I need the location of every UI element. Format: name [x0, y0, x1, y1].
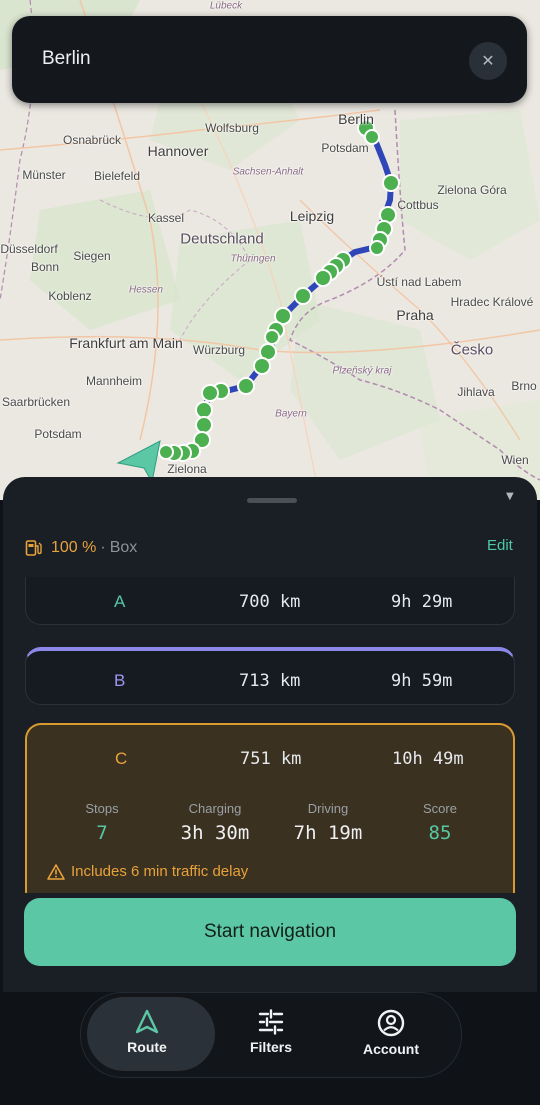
start-navigation-button[interactable]: Start navigation: [24, 898, 516, 966]
nav-label: Route: [127, 1039, 167, 1055]
close-icon[interactable]: ✕: [469, 42, 507, 80]
nav-label: Account: [363, 1041, 419, 1057]
map-label: Wolfsburg: [205, 121, 259, 135]
account-icon: [377, 1009, 405, 1037]
map-label: Osnabrück: [62, 133, 122, 147]
vehicle-name: Box: [109, 539, 138, 556]
stat-label: Stops: [85, 801, 119, 816]
traffic-warning: Includes 6 min traffic delay: [47, 863, 248, 880]
route-option-c[interactable]: C 751 km 10h 49m Stops 7 Charging 3h 30m…: [25, 723, 515, 893]
warning-icon: [47, 863, 65, 880]
map-label: Česko: [450, 341, 494, 359]
map-label: Hradec Králové: [450, 295, 534, 309]
stat-value: 3h 30m: [180, 822, 250, 844]
route-duration: 10h 49m: [392, 749, 464, 769]
route-option-a[interactable]: A 700 km 9h 29m: [25, 577, 515, 625]
map-label: Potsdam: [34, 427, 82, 441]
chevron-down-icon[interactable]: ▼: [506, 491, 514, 502]
map-label: Hannover: [147, 143, 209, 159]
map-label: Münster: [22, 168, 66, 182]
nav-item-route[interactable]: Route: [87, 993, 207, 1077]
bottom-nav: Route Filters Account: [80, 992, 462, 1078]
map-label: Ústí nad Labem: [376, 275, 462, 289]
map-label: Deutschland: [180, 230, 264, 248]
charging-station-icon: [25, 540, 42, 556]
route-distance: 700 km: [239, 592, 301, 612]
map-label: Berlin: [338, 111, 374, 127]
nav-item-account[interactable]: Account: [331, 993, 451, 1077]
route-name: B: [114, 671, 126, 690]
route-name: C: [115, 749, 128, 768]
map-label: Kassel: [147, 211, 185, 225]
map-label: Potsdam: [321, 141, 369, 155]
map-label: Sachsen-Anhalt: [232, 166, 304, 178]
nav-item-filters[interactable]: Filters: [211, 993, 331, 1077]
stat-value: 85: [428, 822, 452, 844]
navigation-arrow-icon: [135, 1009, 159, 1034]
route-sheet: ▼ 100 % · Box Edit A 700 km 9h 29m B 713…: [3, 477, 537, 992]
map-label: Jihlava: [457, 385, 495, 399]
route-option-b[interactable]: B 713 km 9h 59m: [25, 647, 515, 705]
map-label: Wien: [501, 453, 529, 467]
stat-label: Driving: [307, 801, 349, 816]
search-query[interactable]: Berlin: [42, 48, 91, 70]
map-label: Cottbus: [397, 198, 439, 212]
map-label: Bonn: [30, 260, 60, 274]
stat-label: Score: [423, 801, 457, 816]
map-label: Hessen: [129, 284, 163, 296]
stat-score: Score 85: [385, 801, 495, 844]
map-label: Praha: [396, 307, 434, 323]
vehicle-info: 100 % · Box: [25, 537, 137, 559]
map-label: Lübeck: [209, 0, 243, 12]
map-label: Koblenz: [48, 289, 92, 303]
map-label: Saarbrücken: [1, 395, 71, 409]
stat-value: 7h 19m: [293, 822, 363, 844]
map-label: Siegen: [73, 249, 111, 263]
separator: ·: [100, 539, 106, 556]
sliders-icon: [258, 1009, 284, 1035]
map-label: Mannheim: [85, 374, 143, 388]
map-label: Bayern: [275, 408, 307, 420]
traffic-warning-text: Includes 6 min traffic delay: [71, 863, 249, 880]
stat-label: Charging: [188, 801, 242, 816]
edit-button[interactable]: Edit: [487, 537, 513, 554]
route-name: A: [114, 592, 126, 611]
stat-charging: Charging 3h 30m: [160, 801, 270, 844]
sheet-drag-handle[interactable]: [247, 498, 297, 503]
map-label: Würzburg: [192, 343, 246, 357]
route-distance: 713 km: [239, 671, 301, 691]
map-label: Frankfurt am Main: [69, 335, 183, 351]
map-label: Düsseldorf: [0, 242, 58, 256]
stat-value: 7: [96, 822, 108, 844]
nav-label: Filters: [249, 1039, 292, 1055]
stat-driving: Driving 7h 19m: [273, 801, 383, 844]
map-label: Thüringen: [230, 253, 276, 265]
map-label: Zielona Góra: [437, 183, 507, 197]
route-duration: 9h 59m: [391, 671, 453, 691]
map-label: Brno: [511, 379, 537, 393]
map-label: Leipzig: [289, 208, 335, 224]
route-duration: 9h 29m: [391, 592, 453, 612]
battery-percentage: 100 %: [51, 539, 97, 556]
map-label: Zielona: [167, 462, 207, 476]
stat-stops: Stops 7: [47, 801, 157, 844]
map-label: Plzeňský kraj: [332, 365, 392, 377]
search-bar[interactable]: Berlin ✕: [12, 16, 527, 103]
map-label: Bielefeld: [93, 169, 141, 183]
route-distance: 751 km: [240, 749, 302, 769]
